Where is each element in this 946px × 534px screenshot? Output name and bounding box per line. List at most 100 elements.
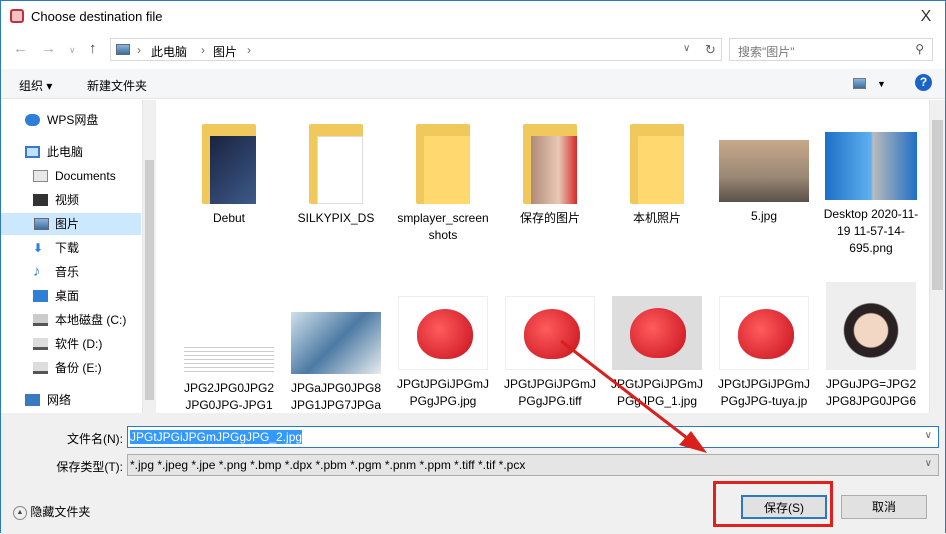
file-item[interactable]: Desktop 2020-11-19 11-57-14-695.png — [819, 118, 923, 257]
organize-button[interactable]: 组织 ▾ — [19, 77, 52, 94]
file-name: Debut — [212, 211, 246, 225]
file-item[interactable]: 5.jpg — [712, 118, 816, 225]
close-button[interactable]: X — [911, 5, 941, 29]
file-item[interactable]: JPGtJPGiJPGmJPGgJPG.tiff — [498, 296, 602, 410]
search-placeholder: 搜索"图片" — [738, 45, 795, 59]
sidebar-item-drive-d[interactable]: 软件 (D:) — [33, 333, 149, 355]
new-folder-button[interactable]: 新建文件夹 — [87, 77, 147, 94]
sidebar-item-drive-e[interactable]: 备份 (E:) — [33, 357, 149, 379]
up-icon[interactable]: ↑ — [89, 40, 97, 57]
sidebar-item-music[interactable]: ♪ 音乐 — [33, 261, 149, 283]
network-icon — [25, 394, 40, 406]
sidebar-label: 图片 — [55, 217, 80, 231]
help-button[interactable]: ? — [915, 74, 932, 91]
file-name: smplayer_screenshots — [397, 211, 489, 242]
file-name: 5.jpg — [750, 209, 778, 223]
pictures-icon — [116, 44, 130, 55]
hide-folders-label: 隐藏文件夹 — [30, 505, 91, 519]
drive-icon — [33, 338, 48, 350]
sidebar-item-wps[interactable]: WPS网盘 — [25, 109, 141, 131]
sidebar-label: WPS网盘 — [47, 113, 99, 127]
file-name: JPGuJPG=JPG2JPG8JPG0JPG6JP... — [825, 377, 917, 413]
file-item[interactable]: SILKYPIX_DS — [284, 118, 388, 227]
download-icon: ⬇ — [33, 241, 44, 255]
sidebar-label: 视频 — [55, 193, 80, 207]
filetype-label: 保存类型(T): — [56, 460, 123, 474]
sidebar-item-documents[interactable]: Documents — [33, 165, 149, 187]
file-name: JPGtJPGiJPGmJPGgJPG.tiff — [504, 377, 597, 408]
sidebar-label: 本地磁盘 (C:) — [55, 313, 127, 327]
sidebar-label: 下载 — [55, 241, 80, 255]
hide-folders-toggle[interactable]: ▲ 隐藏文件夹 — [13, 503, 90, 520]
video-icon — [33, 194, 48, 206]
search-icon: ⚲ — [915, 42, 924, 56]
file-item[interactable]: JPGtJPGiJPGmJPGgJPG.jpg — [391, 296, 495, 410]
sidebar-label: 桌面 — [55, 289, 80, 303]
file-item[interactable]: JPGaJPG0JPG8JPG1JPG7JPGaJP... — [284, 296, 388, 413]
breadcrumb-pictures[interactable]: 图片 — [213, 43, 237, 60]
sidebar-item-downloads[interactable]: ⬇ 下载 — [33, 237, 149, 259]
file-list: Debut SILKYPIX_DS smplayer_screenshots 保… — [161, 100, 929, 413]
filename-input[interactable]: JPGtJPGiJPGmJPGgJPG_2.jpg ∨ — [127, 426, 939, 448]
computer-icon — [25, 146, 40, 158]
filetype-value: *.jpg *.jpeg *.jpe *.png *.bmp *.dpx *.p… — [130, 458, 526, 472]
view-dropdown-icon[interactable]: ▼ — [877, 79, 886, 89]
search-input[interactable]: 搜索"图片" ⚲ — [729, 38, 933, 61]
file-item[interactable]: smplayer_screenshots — [391, 118, 495, 244]
toolbar: 组织 ▾ 新建文件夹 ▼ ? — [1, 69, 945, 99]
save-button[interactable]: 保存(S) — [741, 495, 827, 519]
file-item[interactable]: JPG2JPG0JPG2JPG0JPG-JPG1JP... — [177, 296, 281, 413]
file-name: SILKYPIX_DS — [297, 211, 375, 225]
file-item[interactable]: JPGuJPG=JPG2JPG8JPG0JPG6JP... — [819, 282, 923, 413]
file-item[interactable]: 保存的图片 — [498, 118, 602, 227]
filetype-select[interactable]: *.jpg *.jpeg *.jpe *.png *.bmp *.dpx *.p… — [127, 454, 939, 476]
music-icon: ♪ — [33, 263, 41, 280]
navigation-pane: WPS网盘 此电脑 Documents 视频 图片 ⬇ 下载 ♪ 音乐 桌面 本地磁… — [1, 100, 156, 413]
sidebar-item-pictures[interactable]: 图片 — [1, 213, 141, 235]
forward-icon[interactable]: → — [41, 40, 56, 57]
refresh-icon[interactable]: ↻ — [705, 42, 716, 58]
window-title: Choose destination file — [31, 9, 163, 24]
breadcrumb-this-pc[interactable]: 此电脑 — [151, 43, 187, 60]
sidebar-label: 备份 (E:) — [55, 361, 102, 375]
filename-label: 文件名(N): — [67, 432, 123, 446]
scrollbar-thumb[interactable] — [932, 120, 943, 290]
sidebar-item-this-pc[interactable]: 此电脑 — [25, 141, 141, 163]
content-scrollbar[interactable] — [929, 100, 945, 413]
cloud-icon — [25, 114, 40, 126]
file-item[interactable]: 本机照片 — [605, 118, 709, 227]
address-bar[interactable]: › 此电脑 › 图片 › ∨ ↻ — [110, 38, 722, 61]
sidebar-item-drive-c[interactable]: 本地磁盘 (C:) — [33, 309, 149, 331]
view-icon[interactable] — [853, 78, 866, 89]
drive-icon — [33, 314, 48, 326]
scrollbar-thumb[interactable] — [145, 160, 154, 400]
file-name: JPGtJPGiJPGmJPGgJPG_1.jpg — [611, 377, 704, 408]
file-name: JPGtJPGiJPGmJPGgJPG.jpg — [397, 377, 490, 408]
sidebar-item-network[interactable]: 网络 — [25, 389, 141, 411]
file-item[interactable]: JPGtJPGiJPGmJPGgJPG-tuya.jpg — [712, 296, 816, 413]
filename-value: JPGtJPGiJPGmJPGgJPG_2.jpg — [130, 430, 303, 444]
sidebar-label: 软件 (D:) — [55, 337, 103, 351]
sidebar-label: 此电脑 — [47, 145, 84, 159]
file-name: 本机照片 — [632, 211, 681, 225]
sidebar-label: 网络 — [47, 393, 72, 407]
file-item[interactable]: JPGtJPGiJPGmJPGgJPG_1.jpg — [605, 296, 709, 410]
cancel-button[interactable]: 取消 — [841, 495, 927, 519]
sidebar-item-videos[interactable]: 视频 — [33, 189, 149, 211]
desktop-icon — [33, 290, 48, 302]
drive-icon — [33, 362, 48, 374]
title-bar: Choose destination file X — [1, 1, 945, 33]
pictures-icon — [34, 218, 49, 230]
app-icon — [10, 9, 24, 23]
sidebar-label: Documents — [55, 169, 116, 183]
sidebar-label: 音乐 — [55, 265, 80, 279]
recent-dropdown-icon[interactable]: ∨ — [69, 45, 76, 56]
sidebar-item-desktop[interactable]: 桌面 — [33, 285, 149, 307]
back-icon[interactable]: ← — [13, 40, 28, 57]
sidebar-scrollbar[interactable] — [142, 100, 156, 413]
file-name: 保存的图片 — [519, 211, 580, 225]
file-item[interactable]: Debut — [177, 118, 281, 227]
file-name: Desktop 2020-11-19 11-57-14-695.png — [823, 207, 919, 255]
file-name: JPG2JPG0JPG2JPG0JPG-JPG1JP... — [183, 381, 275, 412]
address-dropdown-icon[interactable]: ∨ — [683, 43, 690, 54]
